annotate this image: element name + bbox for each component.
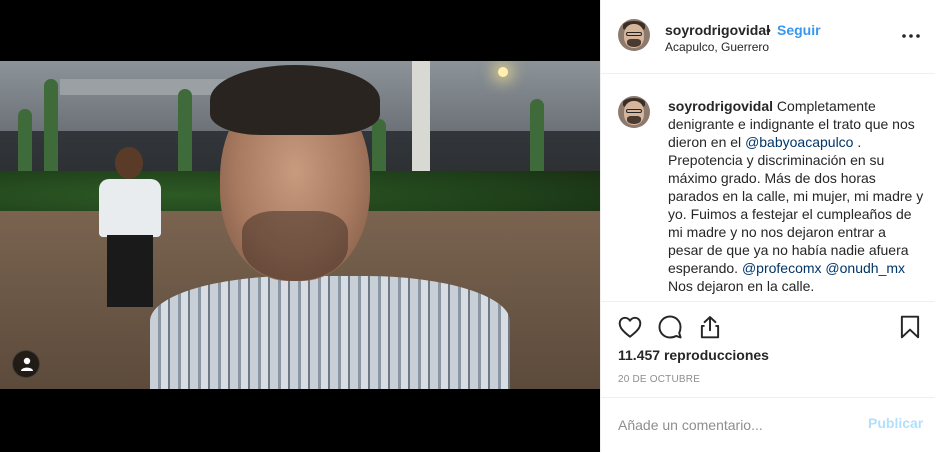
post-location[interactable]: Acapulco, Guerrero	[665, 40, 769, 54]
post-media	[0, 0, 600, 452]
comment-input[interactable]	[618, 414, 848, 436]
share-icon[interactable]	[697, 314, 723, 340]
author-username[interactable]: soyrodrigovidal	[665, 22, 770, 38]
follow-button[interactable]: Seguir	[777, 22, 821, 38]
heart-icon[interactable]	[617, 314, 643, 340]
mention-link[interactable]: @profecomx	[742, 260, 822, 276]
view-count[interactable]: 11.457 reproducciones	[618, 347, 769, 363]
mention-link[interactable]: @babyoacapulco	[745, 134, 853, 150]
post-actions	[601, 310, 935, 346]
post-side-panel: soyrodrigovidal • Seguir Acapulco, Guerr…	[600, 0, 935, 452]
comment-bar: Publicar	[601, 397, 935, 452]
post-caption: soyrodrigovidal Completamente denigrante…	[601, 74, 935, 302]
bookmark-icon[interactable]	[897, 314, 923, 340]
caption-text: soyrodrigovidal Completamente denigrante…	[668, 97, 924, 295]
caption-body: Nos dejaron en la calle.	[668, 278, 815, 294]
avatar[interactable]	[618, 96, 650, 128]
caption-username[interactable]: soyrodrigovidal	[668, 98, 773, 114]
publish-button[interactable]: Publicar	[868, 415, 923, 431]
more-options-icon[interactable]	[901, 28, 921, 44]
mention-link[interactable]: @onudh_mx	[825, 260, 905, 276]
post-header: soyrodrigovidal • Seguir Acapulco, Guerr…	[601, 0, 935, 74]
user-tag-icon[interactable]	[12, 350, 40, 378]
video-player[interactable]	[0, 61, 600, 389]
header-separator: •	[766, 22, 771, 38]
comment-bubble-icon[interactable]	[657, 314, 683, 340]
video-foreground-person	[150, 61, 510, 389]
post-date[interactable]: 20 DE OCTUBRE	[618, 374, 700, 385]
avatar[interactable]	[618, 19, 650, 51]
caption-body: . Prepotencia y discriminación en su máx…	[668, 134, 924, 276]
